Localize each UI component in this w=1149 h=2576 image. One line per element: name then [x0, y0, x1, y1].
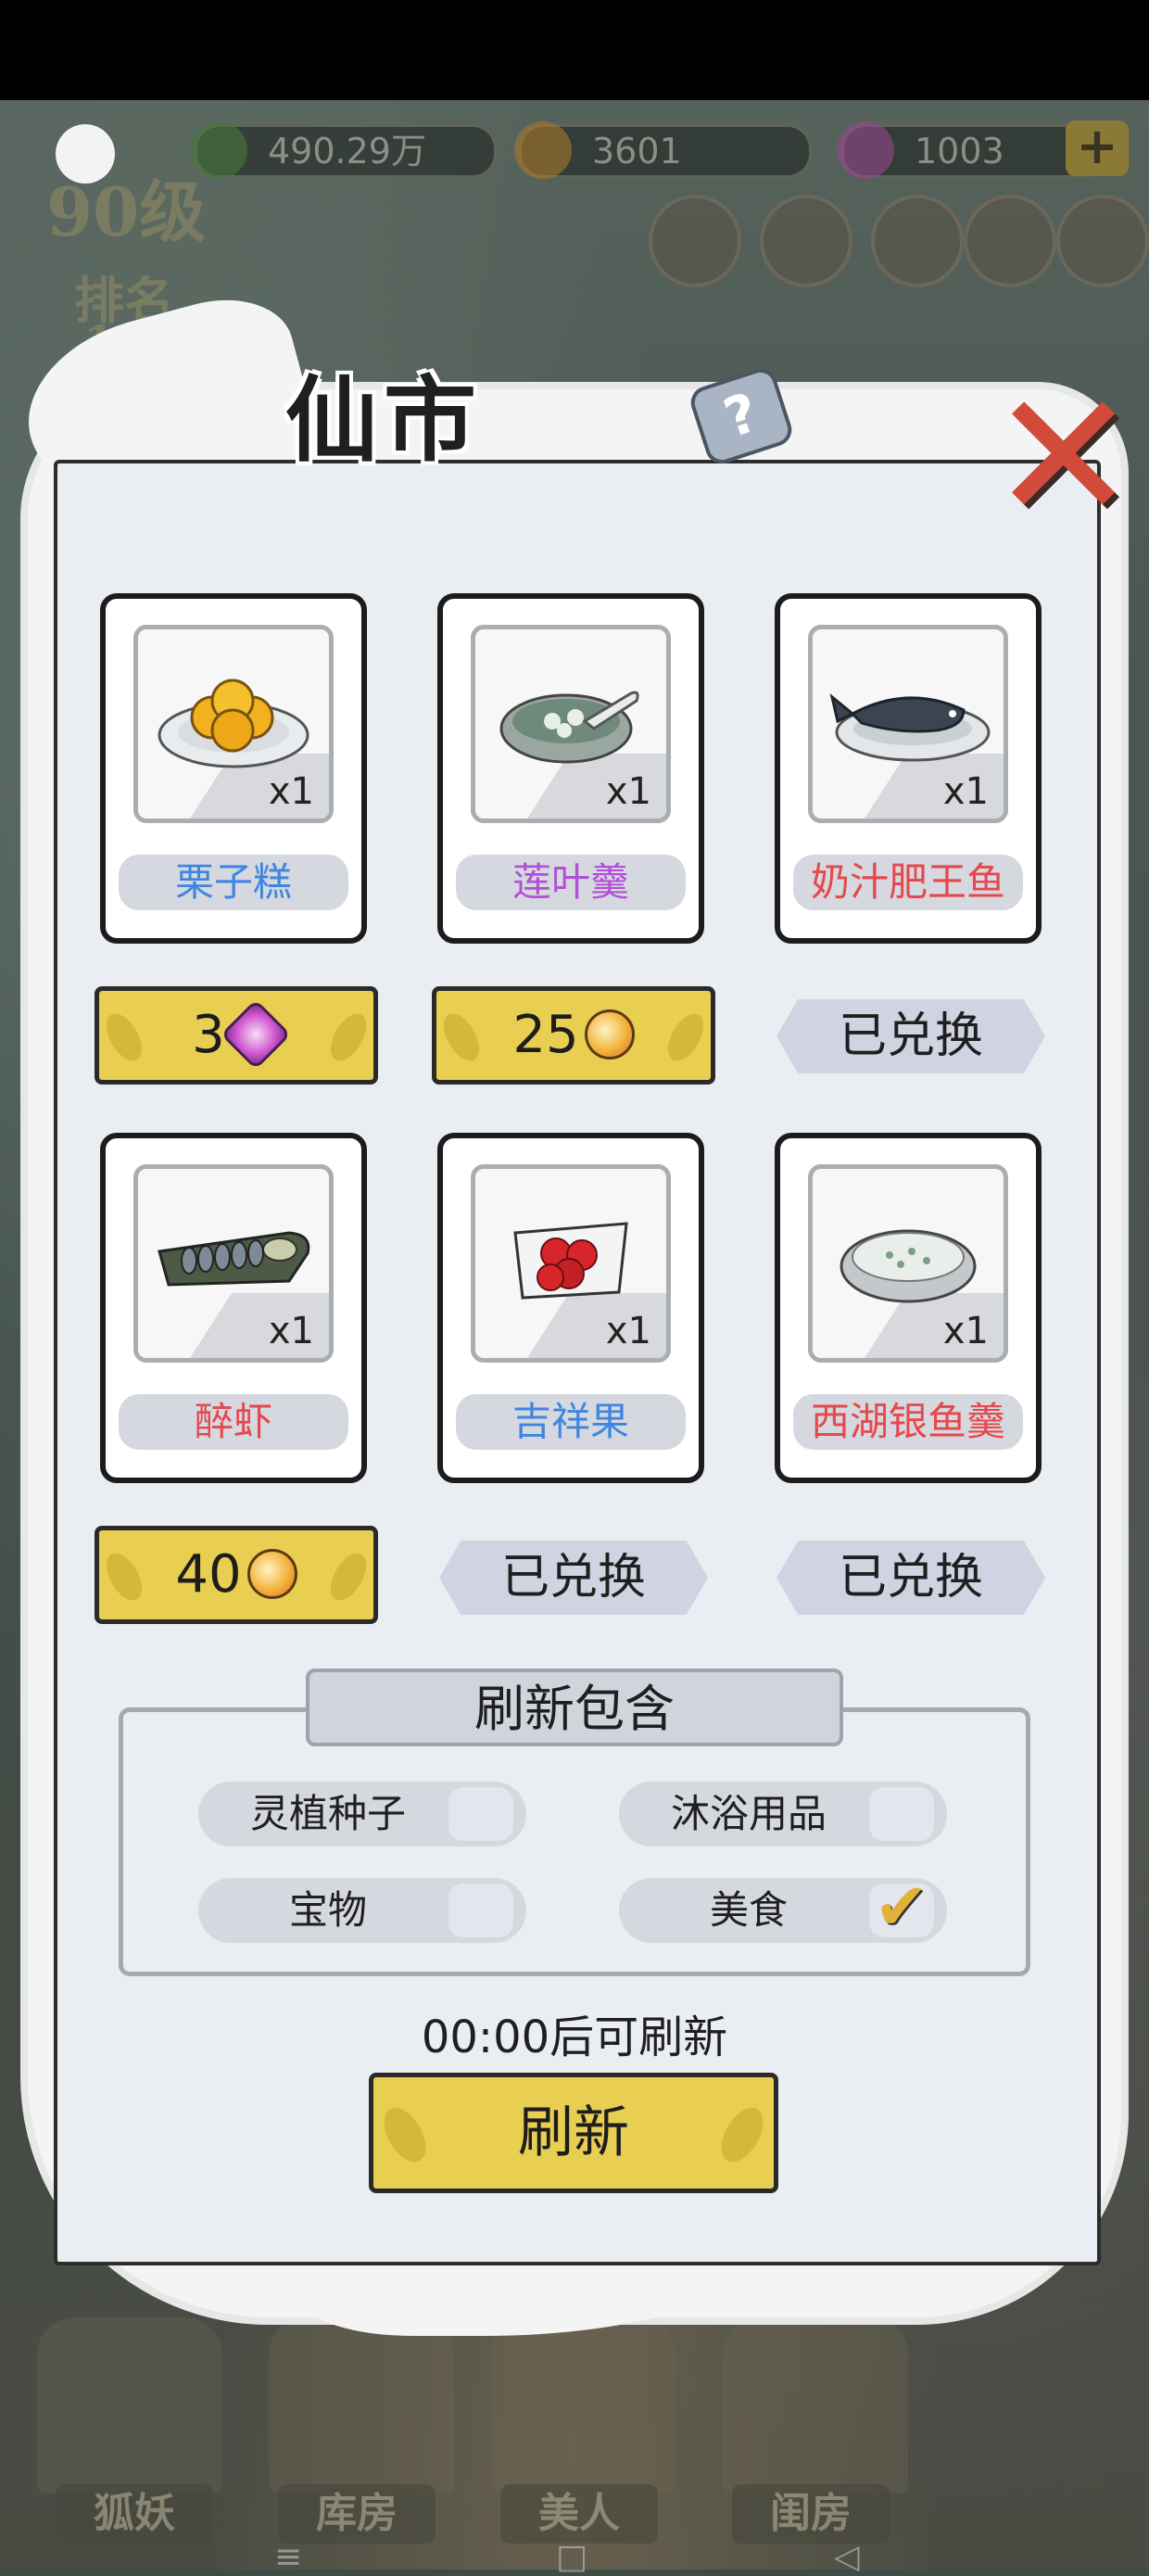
item-name: 莲叶羹 [456, 855, 686, 910]
filter-checkbox[interactable]: ✔ [869, 1874, 934, 1939]
menu-icon-4[interactable] [964, 195, 1056, 287]
item-card[interactable]: x1 莲叶羹 [437, 593, 704, 944]
currency-green-value: 490.29万 [268, 131, 426, 171]
item-name: 西湖银鱼羹 [793, 1394, 1023, 1450]
filter-label: 宝物 [288, 1887, 367, 1933]
refresh-button[interactable]: 刷新 [369, 2073, 778, 2193]
gold-coin-icon [514, 121, 572, 179]
price-value: 3 [192, 1005, 225, 1065]
item-thumbnail: x1 [808, 1164, 1008, 1363]
lotus-soup-icon [499, 691, 639, 764]
item-card[interactable]: x1 吉祥果 [437, 1133, 704, 1483]
item-card[interactable]: x1 奶汁肥王鱼 [775, 593, 1042, 944]
currency-gem-value: 1003 [915, 131, 1004, 171]
filter-checkbox[interactable] [448, 1884, 513, 1937]
item-card[interactable]: x1 西湖银鱼羹 [775, 1133, 1042, 1483]
fish-dish-icon [829, 692, 991, 762]
filter-seeds[interactable]: 灵植种子 [198, 1782, 526, 1846]
refresh-timer: 00:00后可刷新 [421, 2011, 728, 2063]
menu-icon-3[interactable] [871, 195, 964, 287]
nav-beauty[interactable]: 美人 [500, 2484, 658, 2544]
item-thumbnail: x1 [133, 1164, 334, 1363]
filter-label: 沐浴用品 [670, 1791, 827, 1836]
nav-figure-beauty [491, 2317, 676, 2494]
price-button[interactable]: 3 [95, 986, 378, 1085]
question-icon: ? [716, 380, 766, 450]
price-value: 25 [512, 1005, 579, 1065]
item-name: 奶汁肥王鱼 [793, 855, 1023, 910]
currency-gold-pill: 3601 [514, 121, 812, 179]
currency-gold-value: 3601 [592, 131, 682, 171]
item-qty: x1 [605, 1310, 651, 1352]
silverfish-soup-icon [840, 1229, 977, 1303]
close-button[interactable]: ✕ [990, 369, 1137, 545]
nav-figure-fox [37, 2317, 222, 2494]
player-level: 90级 [46, 172, 207, 251]
item-card[interactable]: x1 栗子糕 [100, 593, 367, 944]
redeemed-badge: 已兑换 [439, 1541, 708, 1615]
redeemed-badge: 已兑换 [777, 999, 1045, 1073]
chestnut-cake-icon [158, 679, 309, 768]
nav-chamber[interactable]: 闺房 [732, 2484, 890, 2544]
redeemed-badge: 已兑换 [777, 1541, 1045, 1615]
item-thumbnail: x1 [133, 625, 334, 823]
status-bar [0, 0, 1149, 100]
item-qty: x1 [942, 1310, 989, 1352]
filter-checkbox[interactable] [869, 1787, 934, 1841]
item-thumbnail: x1 [808, 625, 1008, 823]
nav-figure-chamber [723, 2317, 908, 2494]
nav-storage[interactable]: 库房 [278, 2484, 436, 2544]
nav-figure-storage [269, 2317, 454, 2494]
lucky-fruit-icon [513, 1222, 628, 1300]
filter-bath[interactable]: 沐浴用品 [619, 1782, 947, 1846]
close-icon: ✕ [990, 354, 1138, 559]
refresh-header: 刷新包含 [306, 1669, 843, 1746]
price-value: 40 [175, 1544, 242, 1605]
menu-icon-5[interactable] [1056, 195, 1149, 287]
item-name: 吉祥果 [456, 1394, 686, 1450]
price-button[interactable]: 40 [95, 1526, 378, 1624]
shop-title: 仙市 [285, 365, 482, 475]
menu-icon-1[interactable] [649, 195, 741, 287]
item-qty: x1 [268, 1310, 314, 1352]
nav-back-icon[interactable]: ◁ [834, 2538, 860, 2576]
item-thumbnail: x1 [471, 1164, 671, 1363]
gem-currency-icon [837, 121, 894, 179]
filter-label: 美食 [709, 1887, 788, 1933]
checkmark-icon: ✔ [874, 1869, 928, 1945]
gold-coin-icon [246, 1548, 297, 1599]
filter-checkbox[interactable] [448, 1787, 513, 1841]
item-name: 醉虾 [119, 1394, 348, 1450]
nav-fox[interactable]: 狐妖 [56, 2484, 213, 2544]
nav-home-icon[interactable]: □ [556, 2538, 587, 2576]
item-qty: x1 [942, 770, 989, 813]
item-card[interactable]: x1 醉虾 [100, 1133, 367, 1483]
drunken-shrimp-icon [158, 1231, 310, 1287]
filter-food[interactable]: 美食 ✔ [619, 1874, 947, 1943]
filter-treasure[interactable]: 宝物 [198, 1878, 526, 1943]
nav-menu-icon[interactable]: ≡ [274, 2538, 302, 2576]
filter-label: 灵植种子 [249, 1791, 406, 1836]
gem-icon [220, 998, 291, 1071]
price-button[interactable]: 25 [432, 986, 715, 1085]
item-qty: x1 [605, 770, 651, 813]
menu-icon-2[interactable] [760, 195, 852, 287]
item-name: 栗子糕 [119, 855, 348, 910]
refresh-button-label: 刷新 [518, 2100, 629, 2165]
currency-green-pill: 490.29万 [190, 121, 497, 179]
item-qty: x1 [268, 770, 314, 813]
add-currency-button[interactable]: + [1066, 121, 1129, 176]
item-thumbnail: x1 [471, 625, 671, 823]
gold-coin-icon [584, 1009, 635, 1060]
